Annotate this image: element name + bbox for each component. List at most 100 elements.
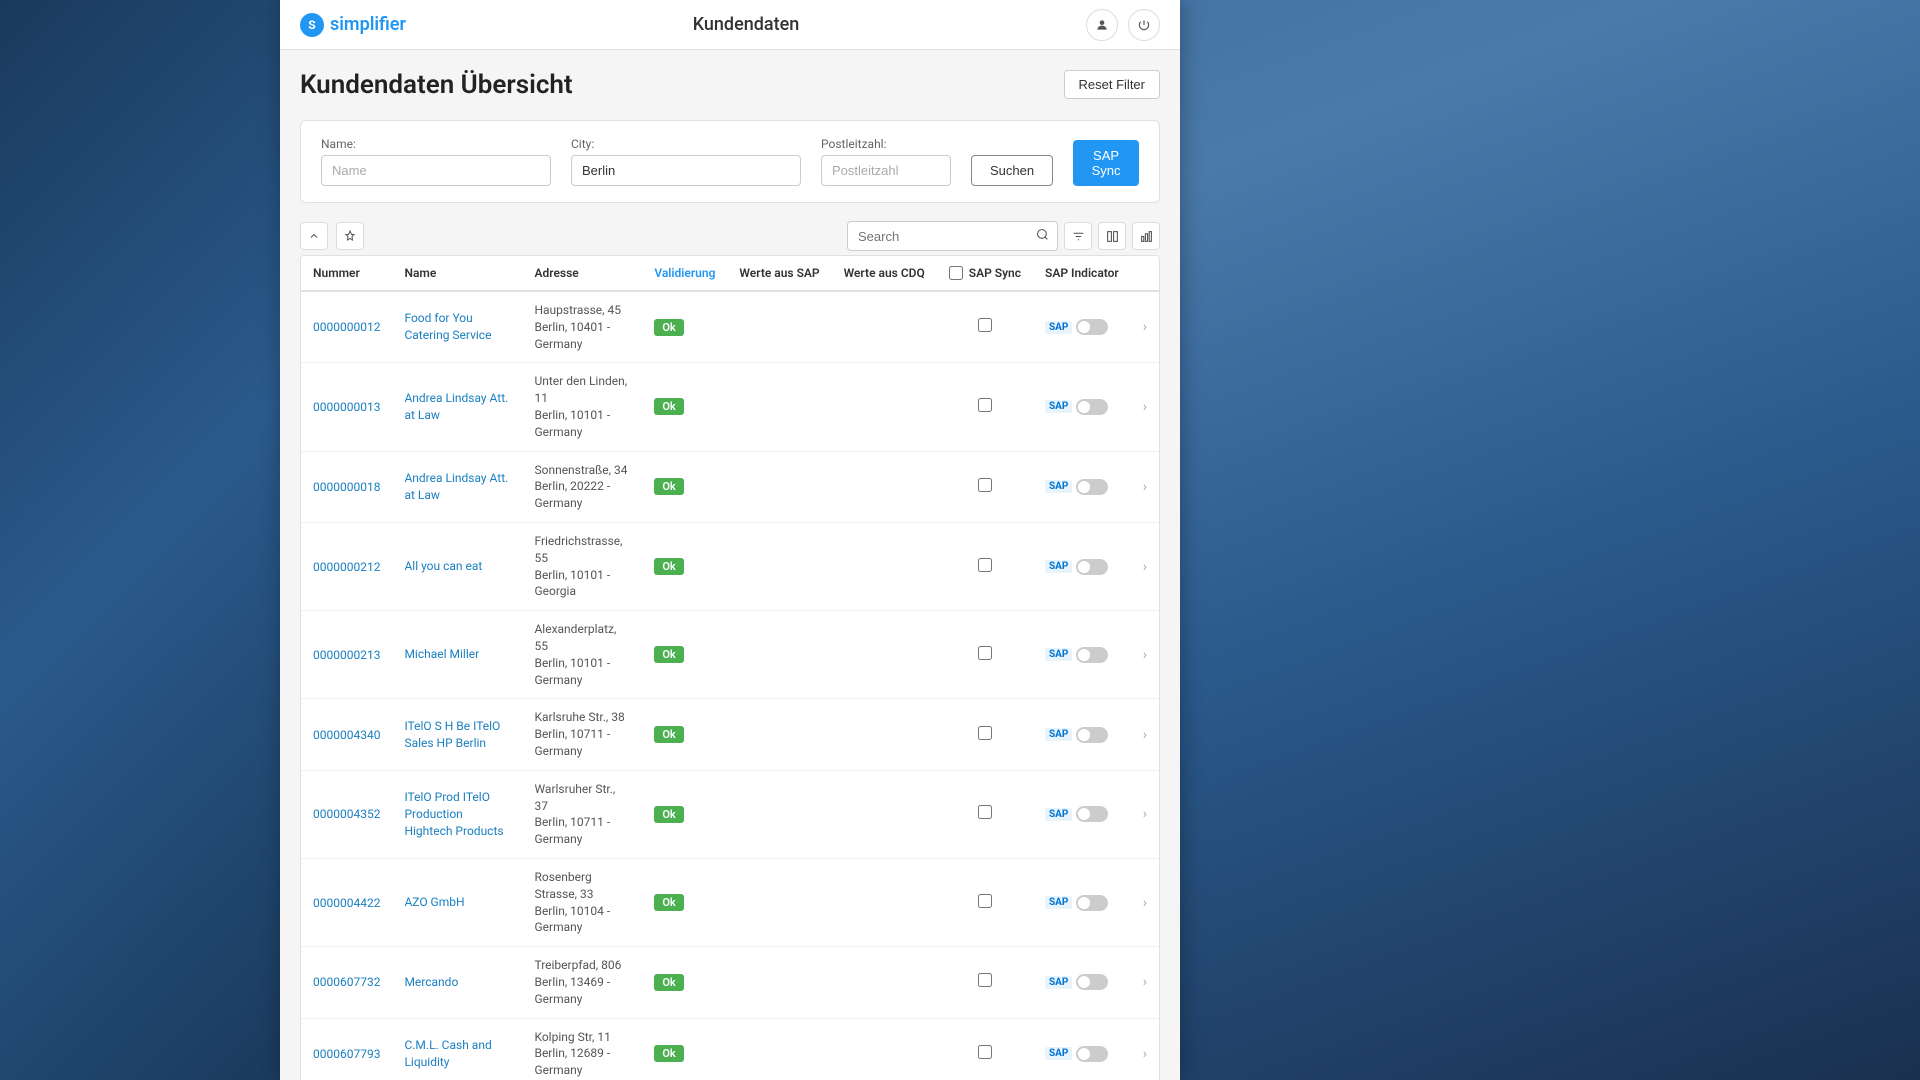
cell-werte-sap bbox=[727, 699, 831, 770]
cell-werte-cdq bbox=[832, 1018, 937, 1080]
cell-werte-sap bbox=[727, 770, 831, 858]
validierung-badge: Ok bbox=[654, 646, 683, 663]
table-row: 0000000213 Michael Miller Alexanderplatz… bbox=[301, 611, 1159, 699]
cell-sap-indicator: SAP bbox=[1033, 858, 1131, 946]
sap-sync-checkbox[interactable] bbox=[978, 726, 992, 740]
filter-city-input[interactable] bbox=[571, 155, 801, 186]
cell-nummer: 0000607793 bbox=[301, 1018, 392, 1080]
cell-werte-cdq bbox=[832, 363, 937, 451]
col-header-adresse: Adresse bbox=[522, 256, 642, 291]
cell-adresse: Karlsruhe Str., 38Berlin, 10711 -Germany bbox=[522, 699, 642, 770]
row-arrow[interactable]: › bbox=[1131, 858, 1159, 946]
filter-row: Name: City: Postleitzahl: Suchen SAP Syn… bbox=[321, 137, 1139, 186]
row-arrow[interactable]: › bbox=[1131, 947, 1159, 1018]
cell-name: C.M.L. Cash and Liquidity bbox=[392, 1018, 522, 1080]
row-arrow[interactable]: › bbox=[1131, 611, 1159, 699]
sap-toggle-switch[interactable] bbox=[1076, 974, 1108, 990]
app-container: S simplifier Kundendaten Kundendaten Übe… bbox=[280, 0, 1180, 1080]
validierung-badge: Ok bbox=[654, 319, 683, 336]
cell-sap-sync bbox=[937, 451, 1033, 522]
sap-sync-checkbox[interactable] bbox=[978, 805, 992, 819]
pin-button[interactable] bbox=[336, 222, 364, 250]
cell-name: All you can eat bbox=[392, 522, 522, 610]
sap-label: SAP bbox=[1045, 400, 1072, 413]
filter-postal-label: Postleitzahl: bbox=[821, 137, 951, 151]
search-input[interactable] bbox=[848, 223, 1028, 250]
reset-filter-button[interactable]: Reset Filter bbox=[1064, 70, 1160, 99]
search-button[interactable] bbox=[1028, 222, 1057, 250]
sap-toggle-switch[interactable] bbox=[1076, 647, 1108, 663]
cell-name: Michael Miller bbox=[392, 611, 522, 699]
chart-icon-button[interactable] bbox=[1132, 222, 1160, 250]
cell-adresse: Treiberpfad, 806Berlin, 13469 -Germany bbox=[522, 947, 642, 1018]
sap-sync-checkbox[interactable] bbox=[978, 973, 992, 987]
sap-indicator-toggle: SAP bbox=[1045, 1046, 1119, 1062]
cell-sap-indicator: SAP bbox=[1033, 770, 1131, 858]
sap-sync-checkbox[interactable] bbox=[978, 1045, 992, 1059]
sap-sync-checkbox[interactable] bbox=[978, 318, 992, 332]
col-header-sap-sync: SAP Sync bbox=[937, 256, 1033, 291]
filter-name-input[interactable] bbox=[321, 155, 551, 186]
validierung-badge: Ok bbox=[654, 974, 683, 991]
col-header-name: Name bbox=[392, 256, 522, 291]
row-arrow[interactable]: › bbox=[1131, 699, 1159, 770]
user-icon-button[interactable] bbox=[1086, 9, 1118, 41]
validierung-badge: Ok bbox=[654, 894, 683, 911]
sap-toggle-switch[interactable] bbox=[1076, 727, 1108, 743]
cell-validierung: Ok bbox=[642, 451, 727, 522]
collapse-button[interactable] bbox=[300, 222, 328, 250]
sap-sync-checkbox[interactable] bbox=[978, 558, 992, 572]
row-arrow[interactable]: › bbox=[1131, 291, 1159, 363]
cell-validierung: Ok bbox=[642, 770, 727, 858]
cell-werte-cdq bbox=[832, 611, 937, 699]
filter-icon-button[interactable] bbox=[1064, 222, 1092, 250]
table-row: 0000607793 C.M.L. Cash and Liquidity Kol… bbox=[301, 1018, 1159, 1080]
table-row: 0000004340 ITelO S H Be ITelO Sales HP B… bbox=[301, 699, 1159, 770]
suchen-button[interactable]: Suchen bbox=[971, 155, 1053, 186]
cell-werte-sap bbox=[727, 947, 831, 1018]
filter-postal-input[interactable] bbox=[821, 155, 951, 186]
cell-sap-indicator: SAP bbox=[1033, 522, 1131, 610]
sap-toggle-switch[interactable] bbox=[1076, 559, 1108, 575]
row-arrow[interactable]: › bbox=[1131, 522, 1159, 610]
cell-werte-cdq bbox=[832, 291, 937, 363]
cell-werte-sap bbox=[727, 611, 831, 699]
row-arrow[interactable]: › bbox=[1131, 451, 1159, 522]
sap-sync-header-checkbox[interactable] bbox=[949, 266, 963, 280]
sap-indicator-toggle: SAP bbox=[1045, 974, 1119, 990]
cell-sap-sync bbox=[937, 522, 1033, 610]
cell-werte-sap bbox=[727, 858, 831, 946]
sap-sync-checkbox[interactable] bbox=[978, 894, 992, 908]
power-icon-button[interactable] bbox=[1128, 9, 1160, 41]
row-arrow[interactable]: › bbox=[1131, 770, 1159, 858]
sap-indicator-toggle: SAP bbox=[1045, 895, 1119, 911]
sap-label: SAP bbox=[1045, 896, 1072, 909]
sap-toggle-switch[interactable] bbox=[1076, 1046, 1108, 1062]
row-arrow[interactable]: › bbox=[1131, 363, 1159, 451]
sap-sync-checkbox[interactable] bbox=[978, 478, 992, 492]
cell-sap-sync bbox=[937, 858, 1033, 946]
logo-text: simplifier bbox=[330, 14, 406, 35]
sap-toggle-switch[interactable] bbox=[1076, 319, 1108, 335]
sap-toggle-switch[interactable] bbox=[1076, 895, 1108, 911]
filter-panel: Name: City: Postleitzahl: Suchen SAP Syn… bbox=[300, 120, 1160, 203]
sap-toggle-switch[interactable] bbox=[1076, 479, 1108, 495]
sap-label: SAP bbox=[1045, 480, 1072, 493]
cell-nummer: 0000000018 bbox=[301, 451, 392, 522]
sap-toggle-switch[interactable] bbox=[1076, 399, 1108, 415]
sap-toggle-switch[interactable] bbox=[1076, 806, 1108, 822]
sap-sync-checkbox[interactable] bbox=[978, 398, 992, 412]
cell-adresse: Warlsruher Str., 37Berlin, 10711 -German… bbox=[522, 770, 642, 858]
cell-sap-indicator: SAP bbox=[1033, 451, 1131, 522]
cell-adresse: Unter den Linden, 11Berlin, 10101 -Germa… bbox=[522, 363, 642, 451]
validierung-badge: Ok bbox=[654, 478, 683, 495]
cell-nummer: 0000004352 bbox=[301, 770, 392, 858]
background-left bbox=[0, 0, 280, 1080]
sap-sync-button[interactable]: SAP Sync bbox=[1073, 140, 1139, 186]
cell-name: ITelO S H Be ITelO Sales HP Berlin bbox=[392, 699, 522, 770]
columns-icon-button[interactable] bbox=[1098, 222, 1126, 250]
cell-sap-sync bbox=[937, 699, 1033, 770]
row-arrow[interactable]: › bbox=[1131, 1018, 1159, 1080]
sap-sync-checkbox[interactable] bbox=[978, 646, 992, 660]
table-toolbar bbox=[300, 213, 1160, 255]
